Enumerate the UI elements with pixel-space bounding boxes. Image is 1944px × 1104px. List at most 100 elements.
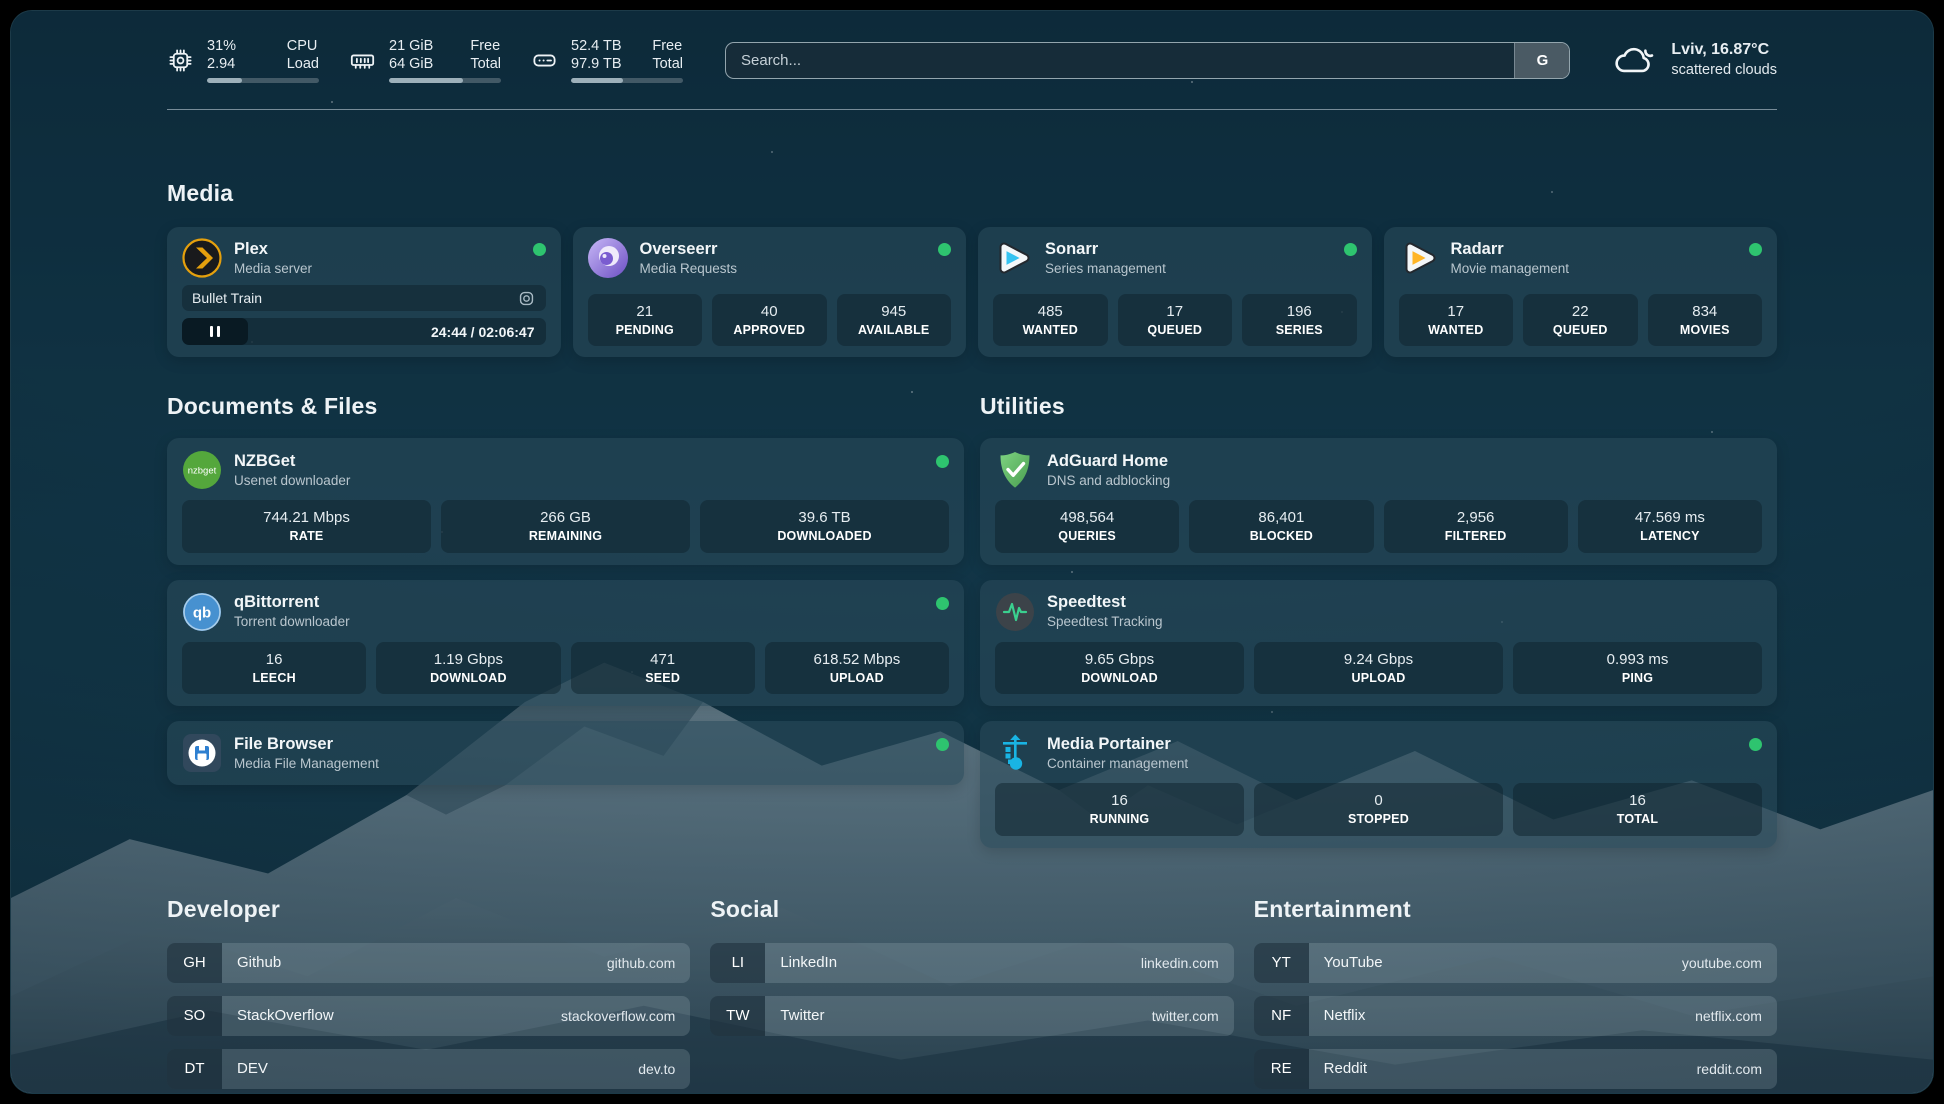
stat-tile: 47.569 ms LATENCY [1578,500,1762,553]
bookmark-netflix[interactable]: NF Netflix netflix.com [1254,996,1777,1036]
bookmark-name: StackOverflow [237,1007,334,1024]
app-title: Overseerr [640,239,738,260]
bookmark-url: github.com [607,955,675,971]
app-subtitle: Torrent downloader [234,613,350,630]
svg-text:nzbget: nzbget [188,466,217,477]
stat-tile: 17 WANTED [1399,294,1514,347]
app-card-plex[interactable]: Plex Media server Bullet Train 24:44 [167,227,561,357]
app-card-filebrowser[interactable]: File Browser Media File Management [167,721,964,785]
app-title: Radarr [1451,239,1570,260]
app-subtitle: Media server [234,260,312,277]
now-playing-title: Bullet Train [192,290,262,306]
search-engine-button[interactable]: G [1514,43,1569,78]
pause-button[interactable] [182,318,248,345]
app-title: qBittorrent [234,592,350,613]
storage-progress-bar [571,78,683,83]
bookmark-reddit[interactable]: RE Reddit reddit.com [1254,1049,1777,1089]
section-title-social: Social [710,896,1233,923]
stat-tile: 2,956 FILTERED [1384,500,1568,553]
app-subtitle: Movie management [1451,260,1570,277]
nzbget-icon: nzbget [182,450,222,490]
top-bar: 31%2.94 CPULoad [167,37,1777,83]
bookmark-url: dev.to [638,1061,675,1077]
stat-tile: 9.65 Gbps DOWNLOAD [995,642,1244,695]
stat-tile: 16 LEECH [182,642,366,695]
bookmark-url: netflix.com [1695,1008,1762,1024]
cloud-icon [1612,41,1658,79]
bookmark-abbr: RE [1254,1049,1309,1089]
section-title-media: Media [167,180,1777,207]
bookmark-url: twitter.com [1152,1008,1219,1024]
bookmark-dev[interactable]: DT DEV dev.to [167,1049,690,1089]
section-title-utilities: Utilities [980,393,1777,420]
weather-location-temp: Lviv, 16.87°C [1671,40,1777,61]
adguard-icon [995,450,1035,490]
bookmark-url: stackoverflow.com [561,1008,675,1024]
stat-tile: 945 AVAILABLE [837,294,952,347]
app-title: File Browser [234,734,379,755]
storage-stat-widget: 52.4 TB97.9 TB FreeTotal [531,37,683,83]
memory-labels: FreeTotal [470,37,501,73]
memory-icon [349,47,376,74]
app-card-overseerr[interactable]: Overseerr Media Requests 21 PENDING 40 A… [573,227,967,357]
app-card-sonarr[interactable]: Sonarr Series management 485 WANTED 17 Q… [978,227,1372,357]
memory-values: 21 GiB64 GiB [389,37,433,73]
playback-time: 24:44 / 02:06:47 [431,324,546,340]
stat-tile: 485 WANTED [993,294,1108,347]
bookmark-abbr: TW [710,996,765,1036]
qbittorrent-icon: qb [182,592,222,632]
stat-tile: 498,564 QUERIES [995,500,1179,553]
app-subtitle: Series management [1045,260,1166,277]
status-online-dot [938,243,951,256]
app-subtitle: Speedtest Tracking [1047,613,1163,630]
stat-tile: 16 RUNNING [995,783,1244,836]
stat-tile: 471 SEED [571,642,755,695]
bookmark-linkedin[interactable]: LI LinkedIn linkedin.com [710,943,1233,983]
stat-tile: 0.993 ms PING [1513,642,1762,695]
developer-column: Developer GH Github github.com SO StackO… [167,896,690,1089]
dashboard-window: 31%2.94 CPULoad [10,10,1934,1094]
bookmark-youtube[interactable]: YT YouTube youtube.com [1254,943,1777,983]
cpu-stat-widget: 31%2.94 CPULoad [167,37,319,83]
status-online-dot [1749,738,1762,751]
app-subtitle: Usenet downloader [234,472,350,489]
search-bar: G [725,42,1570,79]
search-input[interactable] [726,43,1514,78]
cpu-progress-bar [207,78,319,83]
bookmark-url: youtube.com [1682,955,1762,971]
status-online-dot [533,243,546,256]
app-card-adguard[interactable]: AdGuard Home DNS and adblocking 498,564 … [980,438,1777,565]
status-online-dot [936,597,949,610]
bookmark-url: linkedin.com [1141,955,1219,971]
utilities-column: Utilities AdGuard [980,357,1777,848]
bookmark-stackoverflow[interactable]: SO StackOverflow stackoverflow.com [167,996,690,1036]
stat-tile: 0 STOPPED [1254,783,1503,836]
gear-icon[interactable] [517,289,536,308]
bookmark-name: Netflix [1324,1007,1366,1024]
section-title-documents: Documents & Files [167,393,964,420]
bookmark-abbr: YT [1254,943,1309,983]
entertainment-column: Entertainment YT YouTube youtube.com NF … [1254,896,1777,1089]
media-grid: Plex Media server Bullet Train 24:44 [167,227,1777,357]
memory-progress-bar [389,78,501,83]
bookmark-twitter[interactable]: TW Twitter twitter.com [710,996,1233,1036]
bookmark-github[interactable]: GH Github github.com [167,943,690,983]
app-subtitle: Media File Management [234,755,379,772]
app-card-nzbget[interactable]: nzbget NZBGet Usenet downloader 744.21 M… [167,438,964,565]
app-card-portainer[interactable]: Media Portainer Container management 16 … [980,721,1777,848]
social-column: Social LI LinkedIn linkedin.com TW Twitt… [710,896,1233,1089]
app-subtitle: Container management [1047,755,1188,772]
filebrowser-icon [182,733,222,773]
cpu-labels: CPULoad [287,37,319,73]
radarr-icon [1399,238,1439,278]
system-stats: 31%2.94 CPULoad [167,37,683,83]
app-card-qbittorrent[interactable]: qb qBittorrent Torrent downloader 16 LEE… [167,580,964,707]
app-card-radarr[interactable]: Radarr Movie management 17 WANTED 22 QUE… [1384,227,1778,357]
app-title: Speedtest [1047,592,1163,613]
stat-tile: 618.52 Mbps UPLOAD [765,642,949,695]
app-card-speedtest[interactable]: Speedtest Speedtest Tracking 9.65 Gbps D… [980,580,1777,707]
stat-tile: 1.19 Gbps DOWNLOAD [376,642,560,695]
status-online-dot [936,738,949,751]
status-online-dot [1749,243,1762,256]
stat-tile: 17 QUEUED [1118,294,1233,347]
